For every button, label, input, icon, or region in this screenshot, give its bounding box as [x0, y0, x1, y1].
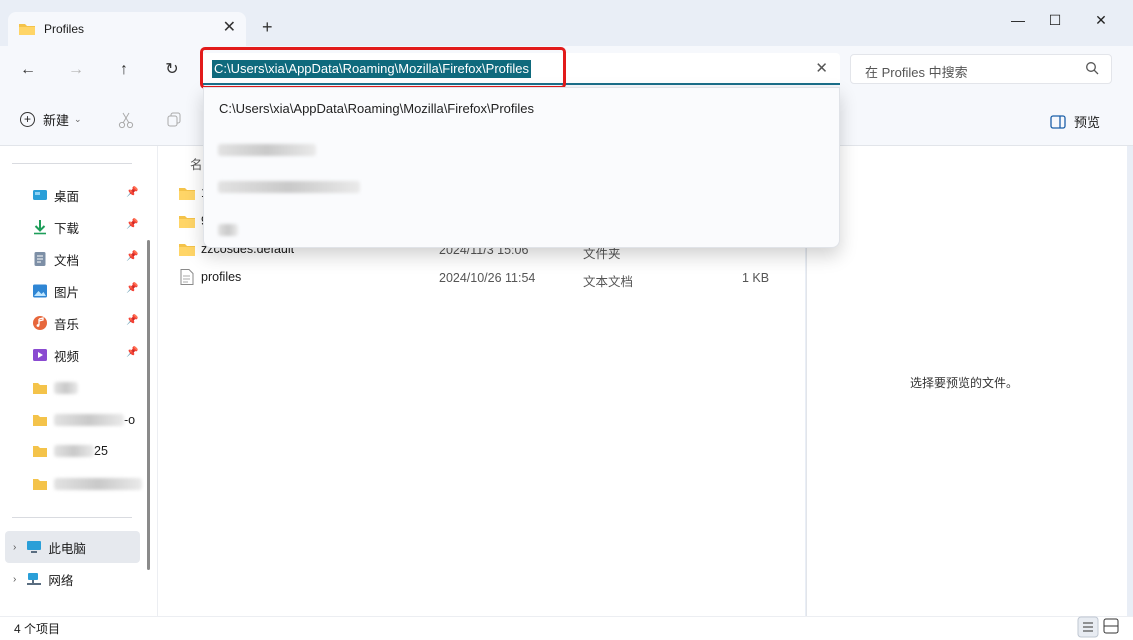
search-placeholder: 在 Profiles 中搜索: [865, 65, 968, 80]
file-date: 2024/10/26 11:54: [439, 271, 536, 285]
sidebar-item-folder[interactable]: [32, 473, 142, 495]
text-file-icon: [180, 269, 194, 285]
redacted-label: [54, 478, 142, 490]
tab-profiles[interactable]: Profiles ✕: [8, 12, 246, 46]
folder-icon: [179, 216, 195, 228]
new-button[interactable]: + 新建 ⌄: [20, 110, 82, 129]
sidebar-item-label: 下载: [54, 221, 80, 236]
sidebar-divider: [12, 517, 132, 518]
forward-button[interactable]: →: [64, 59, 88, 81]
chevron-right-icon[interactable]: ›: [13, 574, 16, 585]
folder-icon: [33, 415, 47, 426]
document-icon: [34, 252, 46, 266]
search-box[interactable]: 在 Profiles 中搜索: [850, 54, 1112, 84]
redacted-suggestion[interactable]: [218, 224, 238, 236]
computer-icon: [27, 541, 42, 553]
video-icon: [33, 349, 47, 361]
chevron-down-icon: ⌄: [74, 114, 82, 124]
redacted-suggestion[interactable]: [218, 181, 360, 193]
sidebar-item-downloads[interactable]: 下载 📌: [32, 216, 142, 238]
sidebar-scrollbar[interactable]: [147, 240, 150, 570]
sidebar-item-videos[interactable]: 视频 📌: [32, 344, 142, 366]
download-icon: [34, 220, 46, 235]
sidebar-item-label: 25: [94, 444, 108, 458]
copy-icon[interactable]: [166, 112, 182, 128]
search-icon[interactable]: [1085, 61, 1099, 75]
tiles-view-icon[interactable]: [1103, 618, 1119, 634]
maximize-button[interactable]: ☐: [1040, 12, 1070, 28]
chevron-right-icon[interactable]: ›: [13, 542, 16, 553]
pin-icon: 📌: [126, 315, 139, 326]
sidebar-item-label: -o: [124, 413, 136, 427]
new-tab-button[interactable]: +: [262, 18, 273, 36]
minimize-button[interactable]: —: [1003, 12, 1033, 28]
file-type: 文本文档: [583, 275, 634, 289]
close-tab-icon[interactable]: ✕: [223, 20, 236, 36]
highlight-box: [200, 47, 566, 89]
address-suggestion-item[interactable]: C:\Users\xia\AppData\Roaming\Mozilla\Fir…: [219, 101, 534, 116]
folder-icon: [33, 383, 47, 394]
folder-icon: [33, 446, 47, 457]
sidebar-item-label: 图片: [54, 285, 80, 300]
table-row[interactable]: profiles: [178, 266, 241, 288]
sidebar-item-label: 此电脑: [48, 541, 86, 556]
back-button[interactable]: ←: [16, 59, 40, 81]
sidebar-item-folder[interactable]: -o: [32, 409, 142, 431]
picture-icon: [33, 284, 47, 298]
preview-button-label: 预览: [1074, 115, 1101, 130]
preview-button[interactable]: 预览: [1050, 112, 1100, 131]
sidebar-item-label: 桌面: [54, 189, 80, 204]
sidebar-item-label: 音乐: [54, 317, 80, 332]
sidebar-item-this-pc[interactable]: › 此电脑: [13, 536, 138, 558]
file-name: profiles: [201, 270, 242, 284]
item-count: 4 个项目: [14, 622, 61, 636]
redacted-label: [54, 414, 124, 426]
new-button-label: 新建: [43, 113, 70, 128]
sidebar-item-pictures[interactable]: 图片 📌: [32, 280, 142, 302]
cut-icon[interactable]: [118, 111, 134, 129]
folder-icon: [179, 188, 195, 200]
details-view-icon[interactable]: [1077, 616, 1099, 638]
pin-icon: 📌: [126, 283, 139, 294]
file-size: 1 KB: [742, 271, 770, 285]
sidebar-item-network[interactable]: › 网络: [13, 568, 138, 590]
folder-icon: [179, 244, 195, 256]
pin-icon: 📌: [126, 251, 139, 262]
redacted-suggestion[interactable]: [218, 144, 316, 156]
preview-pane-icon: [1050, 114, 1066, 129]
refresh-button[interactable]: ↻: [160, 59, 184, 81]
pin-icon: 📌: [126, 219, 139, 230]
status-bar: [0, 616, 1133, 640]
plus-circle-icon: +: [20, 112, 35, 127]
clear-address-icon[interactable]: ✕: [815, 59, 828, 77]
sidebar-item-documents[interactable]: 文档 📌: [32, 248, 142, 270]
folder-icon: [33, 479, 47, 490]
tab-title: Profiles: [44, 22, 85, 36]
redacted-label: [54, 445, 94, 457]
sidebar-divider: [12, 163, 132, 164]
column-header-name[interactable]: 名: [190, 154, 203, 173]
sidebar-item-music[interactable]: 音乐 📌: [32, 312, 142, 334]
pin-icon: 📌: [126, 187, 139, 198]
sidebar-item-label: 文档: [54, 253, 80, 268]
pin-icon: 📌: [126, 347, 139, 358]
network-icon: [27, 573, 42, 585]
address-suggestion-dropdown: C:\Users\xia\AppData\Roaming\Mozilla\Fir…: [203, 87, 840, 248]
sidebar-item-label: 网络: [48, 573, 74, 588]
desktop-icon: [33, 190, 47, 200]
folder-icon: [19, 24, 35, 35]
close-window-button[interactable]: ✕: [1086, 12, 1116, 28]
sidebar-item-label: 视频: [54, 349, 80, 364]
up-button[interactable]: ↑: [112, 59, 136, 81]
music-icon: [33, 316, 47, 330]
preview-empty-message: 选择要预览的文件。: [910, 376, 1019, 390]
redacted-label: [54, 382, 78, 394]
sidebar-item-folder[interactable]: [32, 377, 142, 399]
sidebar-item-desktop[interactable]: 桌面 📌: [32, 184, 142, 206]
sidebar-item-folder[interactable]: 25: [32, 440, 142, 462]
